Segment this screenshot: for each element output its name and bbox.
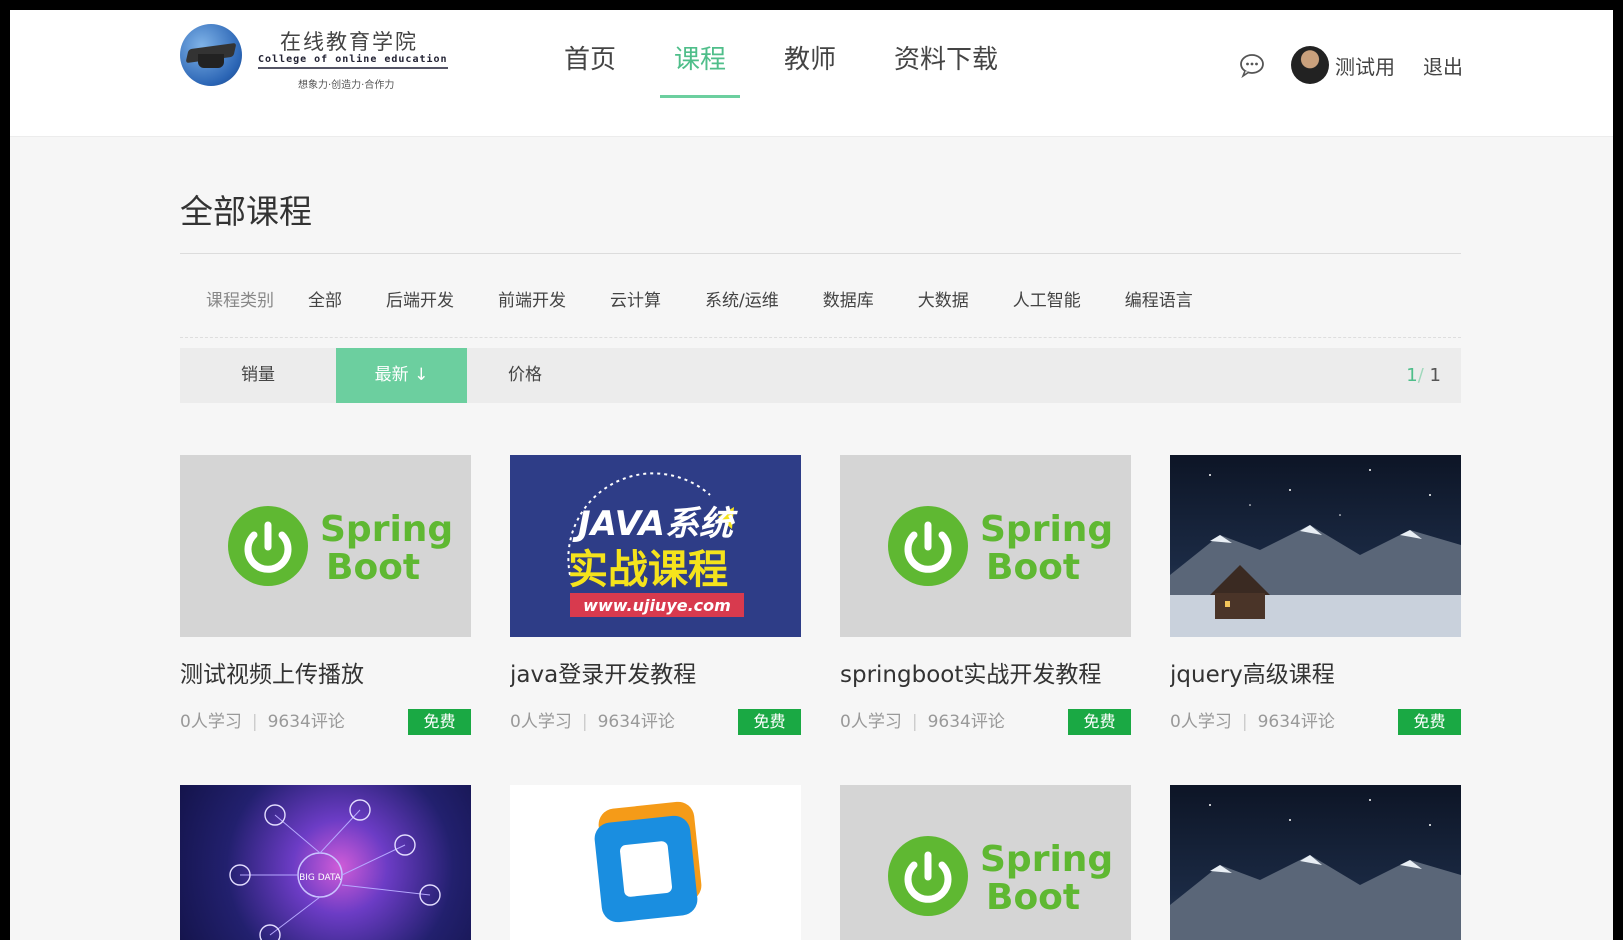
logout-link[interactable]: 退出 bbox=[1423, 51, 1463, 80]
boot-text: Boot bbox=[326, 547, 420, 588]
logo-emblem bbox=[180, 24, 242, 86]
total-pages: 1 bbox=[1423, 365, 1441, 386]
price-badge: 免费 bbox=[738, 709, 801, 735]
nav-teachers[interactable]: 教师 bbox=[770, 10, 850, 98]
category-database[interactable]: 数据库 bbox=[823, 286, 874, 311]
course-thumbnail[interactable]: Spring Boot bbox=[840, 455, 1131, 637]
course-thumbnail[interactable] bbox=[1170, 785, 1461, 940]
big-data-image: BIG DATA bbox=[229, 799, 441, 940]
category-label: 课程类别 bbox=[206, 291, 274, 311]
learner-count: 0人学习 bbox=[180, 712, 242, 732]
mountain-night-image bbox=[1170, 799, 1461, 940]
course-meta: 0人学习 | 9634评论 免费 bbox=[510, 709, 801, 735]
nav-home[interactable]: 首页 bbox=[550, 10, 630, 98]
spring-boot-logo: Spring Boot bbox=[228, 506, 453, 588]
logo-slogan: 想象力·创造力·合作力 bbox=[298, 80, 395, 91]
logo-title-cn: 在线教育学院 bbox=[280, 30, 418, 54]
sort-price[interactable]: 价格 bbox=[467, 348, 583, 403]
spring-text: Spring bbox=[980, 839, 1113, 880]
page-title: 全部课程 bbox=[180, 192, 312, 231]
boot-text: Boot bbox=[986, 547, 1080, 588]
comment-count: 9634评论 bbox=[927, 712, 1005, 732]
course-card[interactable] bbox=[1170, 785, 1461, 940]
learner-count: 0人学习 bbox=[1170, 712, 1232, 732]
learner-count: 0人学习 bbox=[840, 712, 902, 732]
course-title[interactable]: java登录开发教程 bbox=[510, 655, 801, 689]
category-cloud[interactable]: 云计算 bbox=[610, 286, 661, 311]
top-header: 在线教育学院 College of online education 想象力·创… bbox=[10, 10, 1613, 137]
java-subtitle-text: 实战课程 bbox=[568, 547, 728, 593]
java-url-text: www.ujiuye.com bbox=[583, 596, 731, 615]
course-card[interactable]: Spring Boot springboot实战开发教程 0人学习 | 9634评论… bbox=[840, 455, 1131, 735]
category-ai[interactable]: 人工智能 bbox=[1013, 286, 1081, 311]
sort-newest[interactable]: 最新 ↓ bbox=[336, 348, 467, 403]
course-card[interactable]: jquery高级课程 0人学习 | 9634评论 免费 bbox=[1170, 455, 1461, 735]
user-area: 测试用 退出 bbox=[1239, 40, 1463, 90]
java-course-banner: JAVA系统 实战课程 www.ujiuye.com bbox=[567, 472, 744, 617]
category-backend[interactable]: 后端开发 bbox=[386, 286, 454, 311]
course-title[interactable]: jquery高级课程 bbox=[1170, 655, 1461, 689]
spring-text: Spring bbox=[980, 509, 1113, 550]
username[interactable]: 测试用 bbox=[1335, 51, 1395, 80]
bigdata-text: BIG DATA bbox=[299, 873, 342, 883]
nav-downloads[interactable]: 资料下载 bbox=[880, 10, 1012, 98]
course-title[interactable]: 测试视频上传播放 bbox=[180, 655, 471, 689]
course-card[interactable]: Spring Boot bbox=[840, 785, 1131, 940]
site-logo[interactable]: 在线教育学院 College of online education 想象力·创… bbox=[180, 16, 470, 96]
avatar[interactable] bbox=[1291, 46, 1329, 84]
logo-title-en: College of online education bbox=[258, 54, 448, 69]
category-bigdata[interactable]: 大数据 bbox=[918, 286, 969, 311]
spring-boot-logo: Spring Boot bbox=[888, 836, 1113, 918]
comment-count: 9634评论 bbox=[597, 712, 675, 732]
vmware-logo bbox=[594, 801, 702, 923]
course-title[interactable]: springboot实战开发教程 bbox=[840, 655, 1131, 689]
sort-bar: 销量 最新 ↓ 价格 1/ 1 bbox=[180, 348, 1461, 403]
comment-count: 9634评论 bbox=[267, 712, 345, 732]
course-thumbnail[interactable]: JAVA系统 实战课程 www.ujiuye.com bbox=[510, 455, 801, 637]
category-all[interactable]: 全部 bbox=[308, 286, 342, 311]
main-nav: 首页 课程 教师 资料下载 bbox=[550, 10, 1042, 98]
category-filter: 课程类别 全部 后端开发 前端开发 云计算 系统/运维 数据库 大数据 人工智能… bbox=[180, 260, 1461, 338]
course-thumbnail[interactable] bbox=[510, 785, 801, 940]
course-card[interactable]: Spring Boot 测试视频上传播放 0人学习 | 9634评论 免费 bbox=[180, 455, 471, 735]
title-divider bbox=[180, 253, 1461, 254]
category-languages[interactable]: 编程语言 bbox=[1125, 286, 1193, 311]
mountain-night-image bbox=[1170, 469, 1461, 637]
course-meta: 0人学习 | 9634评论 免费 bbox=[1170, 709, 1461, 735]
current-page: 1 bbox=[1406, 365, 1418, 386]
price-badge: 免费 bbox=[1398, 709, 1461, 735]
course-thumbnail[interactable]: BIG DATA bbox=[180, 785, 471, 940]
learner-count: 0人学习 bbox=[510, 712, 572, 732]
course-card[interactable] bbox=[510, 785, 801, 940]
chat-bubble-icon[interactable] bbox=[1239, 52, 1265, 78]
comment-count: 9634评论 bbox=[1257, 712, 1335, 732]
sort-sales[interactable]: 销量 bbox=[180, 348, 336, 403]
course-meta: 0人学习 | 9634评论 免费 bbox=[180, 709, 471, 735]
spring-boot-logo: Spring Boot bbox=[888, 506, 1113, 588]
app-frame: 在线教育学院 College of online education 想象力·创… bbox=[10, 10, 1613, 940]
boot-text: Boot bbox=[986, 877, 1080, 918]
course-thumbnail[interactable]: Spring Boot bbox=[180, 455, 471, 637]
course-card[interactable]: BIG DATA bbox=[180, 785, 471, 940]
course-thumbnail[interactable]: Spring Boot bbox=[840, 785, 1131, 940]
category-frontend[interactable]: 前端开发 bbox=[498, 286, 566, 311]
price-badge: 免费 bbox=[1068, 709, 1131, 735]
category-ops[interactable]: 系统/运维 bbox=[705, 286, 779, 311]
price-badge: 免费 bbox=[408, 709, 471, 735]
spring-text: Spring bbox=[320, 509, 453, 550]
course-card[interactable]: JAVA系统 实战课程 www.ujiuye.com java登录开发教程 0人… bbox=[510, 455, 801, 735]
nav-courses[interactable]: 课程 bbox=[660, 10, 741, 98]
course-thumbnail[interactable] bbox=[1170, 455, 1461, 637]
java-title-text: JAVA系统 bbox=[572, 504, 738, 544]
page-indicator: 1/ 1 bbox=[1406, 348, 1441, 403]
course-meta: 0人学习 | 9634评论 免费 bbox=[840, 709, 1131, 735]
